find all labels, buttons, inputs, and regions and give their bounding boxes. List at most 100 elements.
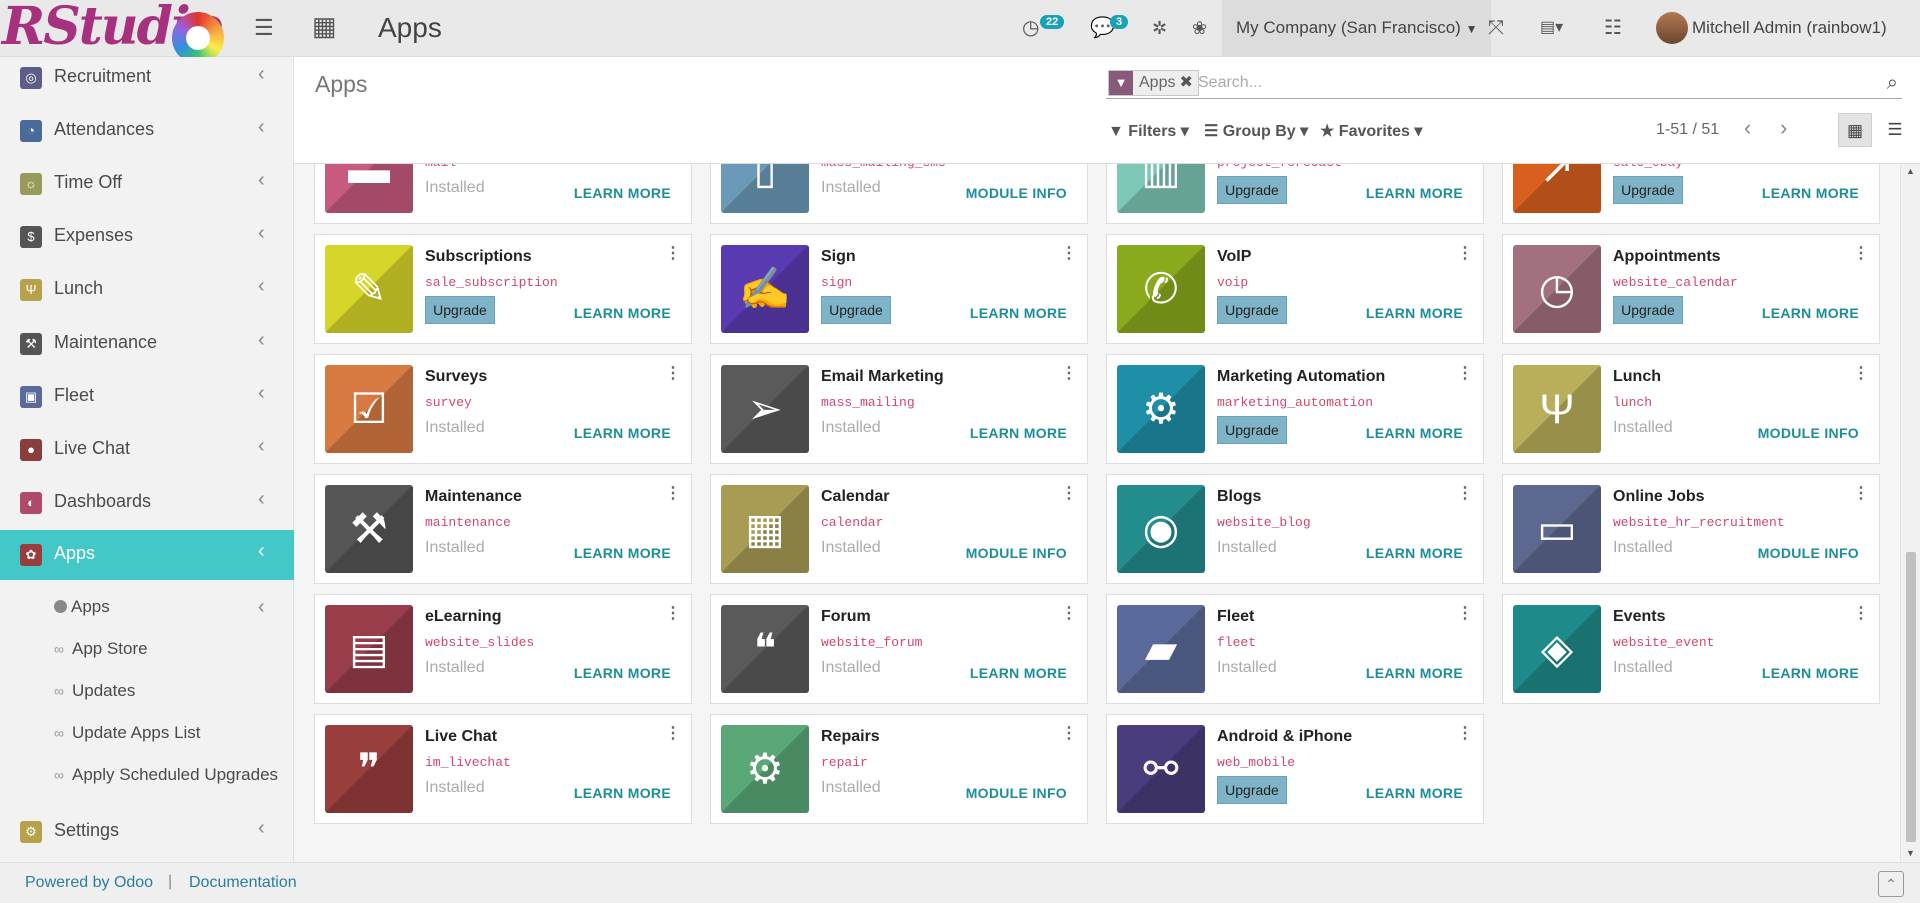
learn-more-link[interactable]: LEARN MORE: [574, 425, 671, 441]
sub-item-updates[interactable]: ∞ Updates: [54, 671, 294, 711]
app-card[interactable]: ▬mailInstalledLEARN MORE⋮: [314, 164, 692, 224]
kebab-menu-icon[interactable]: ⋮: [1853, 363, 1869, 383]
kebab-menu-icon[interactable]: ⋮: [1457, 243, 1473, 263]
learn-more-link[interactable]: LEARN MORE: [574, 545, 671, 561]
sliders-icon[interactable]: ☷: [1604, 14, 1622, 42]
sidebar-item-expenses[interactable]: $ Expenses ‹: [0, 212, 294, 262]
favorites-dropdown[interactable]: ★ Favorites ▾: [1320, 121, 1422, 141]
kebab-menu-icon[interactable]: ⋮: [1061, 243, 1077, 263]
learn-more-link[interactable]: LEARN MORE: [1366, 545, 1463, 561]
upgrade-button[interactable]: Upgrade: [1217, 776, 1287, 804]
learn-more-link[interactable]: LEARN MORE: [1366, 185, 1463, 201]
app-card[interactable]: ▤ eLearning website_slides Installed LEARN M…: [314, 594, 692, 704]
app-card[interactable]: Ψ Lunch lunch Installed MODULE INFO ⋮: [1502, 354, 1880, 464]
app-card[interactable]: ➢ Email Marketing mass_mailing Installed LEA…: [710, 354, 1088, 464]
app-card[interactable]: ◷ Appointments website_calendar Upgrade LEAR…: [1502, 234, 1880, 344]
kebab-menu-icon[interactable]: ⋮: [1457, 603, 1473, 623]
kebab-menu-icon[interactable]: ⋮: [665, 363, 681, 383]
learn-more-link[interactable]: LEARN MORE: [1366, 305, 1463, 321]
language-flag-icon[interactable]: ▤▾: [1540, 14, 1563, 42]
app-card[interactable]: ✍ Sign sign Upgrade LEARN MORE ⋮: [710, 234, 1088, 344]
app-card[interactable]: ☑ Surveys survey Installed LEARN MORE ⋮: [314, 354, 692, 464]
kebab-menu-icon[interactable]: ⋮: [1061, 723, 1077, 743]
learn-more-link[interactable]: LEARN MORE: [1762, 185, 1859, 201]
remove-facet-icon[interactable]: ✖: [1179, 71, 1197, 95]
upgrade-button[interactable]: Upgrade: [821, 296, 891, 324]
user-menu[interactable]: Mitchell Admin (rainbow1): [1692, 0, 1887, 57]
kebab-menu-icon[interactable]: ⋮: [1457, 723, 1473, 743]
kebab-menu-icon[interactable]: ⋮: [1457, 363, 1473, 383]
avatar[interactable]: [1656, 12, 1688, 44]
pager-value[interactable]: 1-51 / 51: [1656, 121, 1719, 139]
vertical-scrollbar[interactable]: ▲ ▼: [1900, 164, 1920, 862]
scroll-up-icon[interactable]: ▲: [1906, 166, 1915, 176]
app-card[interactable]: ▭ Online Jobs website_hr_recruitment Instal…: [1502, 474, 1880, 584]
app-grid-icon[interactable]: ▦: [312, 12, 337, 40]
app-card[interactable]: ▰ Fleet fleet Installed LEARN MORE ⋮: [1106, 594, 1484, 704]
learn-more-link[interactable]: LEARN MORE: [574, 185, 671, 201]
app-card[interactable]: ▦ Calendar calendar Installed MODULE INFO ⋮: [710, 474, 1088, 584]
kebab-menu-icon[interactable]: ⋮: [1853, 483, 1869, 503]
sidebar-item-fleet[interactable]: ▣ Fleet ‹: [0, 372, 294, 422]
app-card[interactable]: ↗sale_ebayUpgradeLEARN MORE⋮: [1502, 164, 1880, 224]
upgrade-button[interactable]: Upgrade: [1217, 296, 1287, 324]
group-by-dropdown[interactable]: ☰ Group By ▾: [1204, 121, 1308, 141]
sidebar-item-apps[interactable]: ✿ Apps ‹: [0, 530, 304, 580]
app-card[interactable]: ⚒ Maintenance maintenance Installed LEARN MO…: [314, 474, 692, 584]
activities-clock-icon[interactable]: ◷: [1022, 14, 1039, 42]
list-view-button[interactable]: ☰: [1878, 113, 1912, 147]
app-card[interactable]: ▯mass_mailing_smsInstalledMODULE INFO⋮: [710, 164, 1088, 224]
app-card[interactable]: ✎ Subscriptions sale_subscription Upgrade LE…: [314, 234, 692, 344]
module-info-link[interactable]: MODULE INFO: [1758, 425, 1859, 441]
app-card[interactable]: ◉ Blogs website_blog Installed LEARN MORE ⋮: [1106, 474, 1484, 584]
sidebar-item-maintenance[interactable]: ⚒ Maintenance ‹: [0, 319, 294, 369]
sidebar-item-live-chat[interactable]: ● Live Chat ‹: [0, 425, 294, 475]
app-card[interactable]: ⚯ Android & iPhone web_mobile Upgrade LEARN …: [1106, 714, 1484, 824]
kebab-menu-icon[interactable]: ⋮: [665, 603, 681, 623]
search-input[interactable]: [1198, 71, 1848, 95]
scrollbar-thumb[interactable]: [1906, 552, 1916, 842]
learn-more-link[interactable]: LEARN MORE: [574, 305, 671, 321]
upgrade-button[interactable]: Upgrade: [1613, 176, 1683, 204]
app-card[interactable]: ⚙ Marketing Automation marketing_automatio…: [1106, 354, 1484, 464]
sub-item-apps[interactable]: Apps ‹: [54, 587, 294, 627]
upgrade-button[interactable]: Upgrade: [1217, 176, 1287, 204]
learn-more-link[interactable]: LEARN MORE: [1366, 785, 1463, 801]
kebab-menu-icon[interactable]: ⋮: [1853, 603, 1869, 623]
app-card[interactable]: ▥project_forecastUpgradeLEARN MORE⋮: [1106, 164, 1484, 224]
learn-more-link[interactable]: LEARN MORE: [970, 305, 1067, 321]
upgrade-button[interactable]: Upgrade: [1613, 296, 1683, 324]
kebab-menu-icon[interactable]: ⋮: [1061, 483, 1077, 503]
search-icon[interactable]: ⌕: [1887, 72, 1898, 95]
kebab-menu-icon[interactable]: ⋮: [665, 483, 681, 503]
learn-more-link[interactable]: LEARN MORE: [1366, 665, 1463, 681]
filters-dropdown[interactable]: ▼ Filters ▾: [1108, 121, 1189, 141]
pager-previous-icon[interactable]: ‹: [1744, 115, 1751, 141]
app-card[interactable]: ❝ Forum website_forum Installed LEARN MORE ⋮: [710, 594, 1088, 704]
learn-more-link[interactable]: LEARN MORE: [970, 665, 1067, 681]
app-card[interactable]: ◈ Events website_event Installed LEARN MORE ⋮: [1502, 594, 1880, 704]
debug-bug-icon[interactable]: ✲: [1152, 14, 1167, 42]
sidebar-item-attendances[interactable]: ◔ Attendances ‹: [0, 106, 294, 156]
module-info-link[interactable]: MODULE INFO: [1758, 545, 1859, 561]
app-card[interactable]: ✆ VoIP voip Upgrade LEARN MORE ⋮: [1106, 234, 1484, 344]
sub-item-app-store[interactable]: ∞ App Store: [54, 629, 294, 669]
kebab-menu-icon[interactable]: ⋮: [1457, 483, 1473, 503]
learn-more-link[interactable]: LEARN MORE: [574, 785, 671, 801]
kebab-menu-icon[interactable]: ⋮: [665, 723, 681, 743]
upgrade-button[interactable]: Upgrade: [1217, 416, 1287, 444]
scroll-down-icon[interactable]: ▼: [1906, 848, 1915, 858]
documentation-link[interactable]: Documentation: [189, 874, 297, 892]
upgrade-button[interactable]: Upgrade: [425, 296, 495, 324]
learn-more-link[interactable]: LEARN MORE: [1366, 425, 1463, 441]
sidebar-item-lunch[interactable]: Ψ Lunch ‹: [0, 265, 294, 315]
learn-more-link[interactable]: LEARN MORE: [1762, 305, 1859, 321]
module-info-link[interactable]: MODULE INFO: [966, 185, 1067, 201]
sidebar-item-settings[interactable]: ⚙ Settings ‹: [0, 807, 294, 857]
learn-more-link[interactable]: LEARN MORE: [574, 665, 671, 681]
company-logo[interactable]: RStudio: [0, 0, 226, 57]
hamburger-menu-icon[interactable]: ☰: [254, 14, 274, 42]
pager-next-icon[interactable]: ›: [1780, 115, 1787, 141]
kebab-menu-icon[interactable]: ⋮: [665, 243, 681, 263]
sub-item-apply-scheduled-upgrades[interactable]: ∞ Apply Scheduled Upgrades: [54, 755, 294, 795]
